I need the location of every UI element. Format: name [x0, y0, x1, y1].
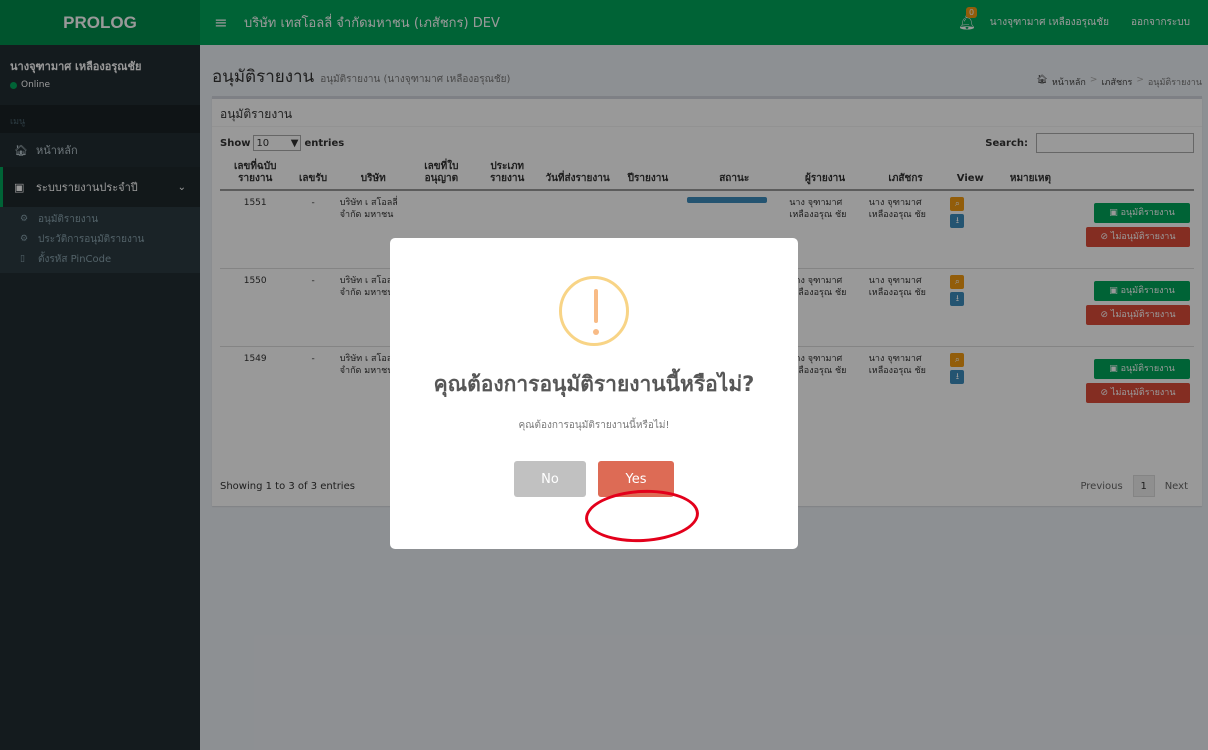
- dialog-title: คุณต้องการอนุมัติรายงานนี้หรือไม่?: [433, 372, 755, 396]
- warning-icon: [559, 276, 629, 346]
- no-button[interactable]: No: [514, 461, 586, 497]
- dialog-text: คุณต้องการอนุมัติรายงานนี้หรือไม่!: [518, 420, 670, 431]
